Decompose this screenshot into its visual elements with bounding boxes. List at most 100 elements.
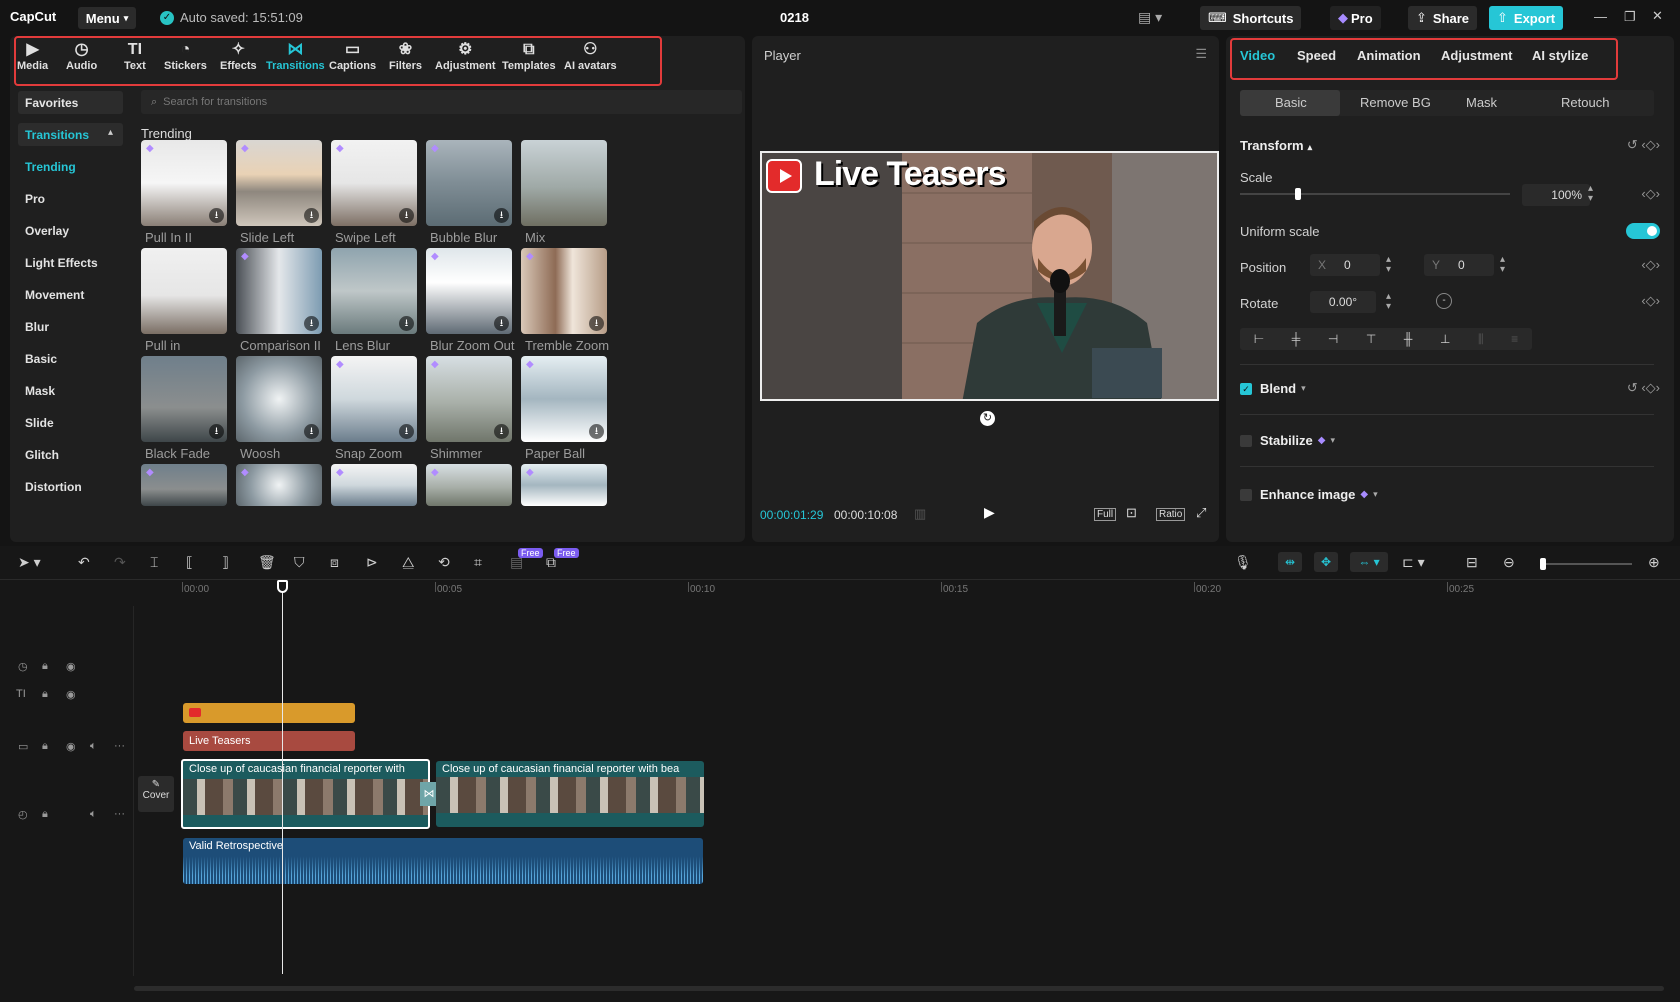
category-movement[interactable]: Movement (25, 288, 84, 302)
rotate-dial-icon[interactable]: - (1436, 293, 1452, 309)
transition-thumbnail[interactable]: ◆ ⭳ (521, 248, 607, 334)
transitions-category[interactable]: Transitions ▴ (18, 123, 123, 146)
mirror-icon[interactable]: ⧋ (402, 554, 415, 571)
subtab-retouch[interactable]: Retouch (1561, 95, 1609, 110)
zoom-out-icon[interactable]: ⊖ (1503, 554, 1515, 571)
tab-stickers[interactable]: ◔ Stickers (164, 40, 207, 72)
lock-icon[interactable]: 🔒︎ (42, 688, 48, 701)
scale-slider[interactable] (1240, 188, 1510, 200)
scale-stepper-icon[interactable]: ▴ ▾ (1588, 184, 1593, 204)
transition-thumbnail[interactable]: ◆ ⭳ (236, 140, 322, 226)
transform-keyframe-icon[interactable]: ↺ ‹◇› (1627, 137, 1660, 153)
volume-icon[interactable]: 🔈︎ (90, 808, 97, 821)
snap-icon[interactable]: ⊏ ▾ (1402, 554, 1425, 571)
freeze-icon[interactable]: ⧈ (330, 554, 339, 571)
download-icon[interactable]: ⭳ (399, 316, 414, 331)
favorites-item[interactable]: Favorites (18, 91, 123, 114)
tab-audio[interactable]: ◷ Audio (66, 40, 97, 72)
category-overlay[interactable]: Overlay (25, 224, 69, 238)
text-clip[interactable]: Live Teasers (183, 731, 355, 751)
zoom-slider[interactable] (1540, 558, 1632, 570)
category-pro[interactable]: Pro (25, 192, 45, 206)
download-icon[interactable]: ⭳ (589, 424, 604, 439)
export-button[interactable]: ⇧ Export (1489, 6, 1564, 30)
zoom-fit-icon[interactable]: ⊡ (1126, 505, 1137, 521)
tab-media[interactable]: ▶ Media (17, 40, 48, 72)
zoom-in-icon[interactable]: ⊕ (1648, 554, 1660, 571)
enhance-row[interactable]: Enhance image ◆ ▾ (1240, 487, 1378, 502)
download-icon[interactable]: ⭳ (399, 208, 414, 223)
rotate-input[interactable]: 0.00° (1310, 291, 1376, 313)
download-icon[interactable]: ⭳ (589, 316, 604, 331)
category-distortion[interactable]: Distortion (25, 480, 82, 494)
rotate-keyframe-icon[interactable]: ‹◇› (1641, 293, 1660, 309)
download-icon[interactable]: ⭳ (209, 424, 224, 439)
grid-icon[interactable]: ▥ (914, 506, 926, 522)
category-slide[interactable]: Slide (25, 416, 54, 430)
share-button[interactable]: ⇪ Share (1408, 6, 1478, 30)
category-blur[interactable]: Blur (25, 320, 49, 334)
split-left-icon[interactable]: ⟦ (186, 554, 193, 571)
subtab-basic[interactable]: Basic (1275, 95, 1307, 110)
tab-transitions[interactable]: ⋈ Transitions (266, 40, 325, 72)
download-icon[interactable]: ⭳ (494, 208, 509, 223)
ratio-button[interactable]: Ratio (1156, 508, 1186, 521)
transition-thumbnail[interactable]: ◆ ⭳ (331, 140, 417, 226)
transition-thumbnail[interactable] (141, 248, 227, 334)
inspector-tab-video[interactable]: Video (1240, 48, 1275, 63)
cover-button[interactable]: ✎ Cover (138, 776, 174, 812)
playhead[interactable] (282, 582, 283, 974)
transition-thumbnail[interactable]: ◆ (331, 464, 417, 506)
video-preview[interactable]: Live Teasers (760, 151, 1219, 401)
category-light-effects[interactable]: Light Effects (25, 256, 98, 270)
blend-checkbox[interactable]: ✓ (1240, 382, 1252, 395)
transition-thumbnail[interactable]: ◆ ⭳ (141, 140, 227, 226)
scale-input[interactable]: 100% (1522, 184, 1590, 206)
y-stepper-icon[interactable]: ▴ ▾ (1500, 255, 1505, 275)
category-basic[interactable]: Basic (25, 352, 57, 366)
transform-heading[interactable]: Transform ▴ (1240, 138, 1312, 153)
menu-button[interactable]: Menu ▾ (78, 7, 136, 29)
more-icon[interactable]: ··· (114, 808, 125, 820)
close-icon[interactable]: ✕ (1652, 8, 1663, 24)
layout-icon[interactable]: ▤ ▾ (1138, 9, 1162, 26)
undo-icon[interactable]: ↶ (78, 554, 90, 571)
inspector-tab-animation[interactable]: Animation (1357, 48, 1421, 63)
transition-thumbnail[interactable]: ◆ (521, 464, 607, 506)
play-button[interactable]: ▶ (984, 504, 995, 521)
transition-thumbnail[interactable]: ◆ ⭳ (236, 248, 322, 334)
download-icon[interactable]: ⭳ (304, 424, 319, 439)
transition-thumbnail[interactable]: ◆ (141, 464, 227, 506)
crop-icon[interactable]: ⌗ (474, 554, 482, 571)
category-glitch[interactable]: Glitch (25, 448, 59, 462)
delete-icon[interactable]: 🗑 (258, 554, 276, 571)
inspector-tab-ai-stylize[interactable]: AI stylize (1532, 48, 1588, 63)
category-mask[interactable]: Mask (25, 384, 55, 398)
align-right-icon[interactable]: ⊣ (1328, 332, 1338, 346)
rotate-stepper-icon[interactable]: ▴ ▾ (1386, 292, 1391, 312)
x-stepper-icon[interactable]: ▴ ▾ (1386, 255, 1391, 275)
video-clip-2[interactable]: Close up of caucasian financial reporter… (436, 761, 704, 827)
volume-icon[interactable]: 🔈︎ (90, 740, 97, 753)
blend-keyframe-icon[interactable]: ↺ ‹◇› (1627, 380, 1660, 396)
tab-ai-avatars[interactable]: ⚇ AI avatars (564, 40, 617, 72)
transition-thumbnail[interactable]: ◆ ⭳ (426, 356, 512, 442)
scale-keyframe-icon[interactable]: ‹◇› (1641, 186, 1660, 202)
lock-icon[interactable]: 🔒︎ (42, 740, 48, 753)
subtab-mask[interactable]: Mask (1466, 95, 1497, 110)
eye-icon[interactable]: ◉ (66, 688, 76, 701)
full-button[interactable]: Full (1094, 508, 1117, 521)
tab-effects[interactable]: ✧ Effects (220, 40, 257, 72)
enhance-checkbox[interactable] (1240, 488, 1252, 501)
fit-timeline-icon[interactable]: ⊟ (1466, 554, 1478, 571)
select-tool-icon[interactable]: ➤ ▾ (18, 554, 41, 571)
link-toggle-icon[interactable]: ✥ (1314, 552, 1338, 572)
audio-clip[interactable]: Valid Retrospective (183, 838, 703, 884)
position-y-input[interactable]: Y0 (1424, 254, 1494, 276)
magnet-toggle-icon[interactable]: ⇹ (1278, 552, 1302, 572)
search-input[interactable]: ⌕ Search for transitions (141, 90, 742, 114)
align-center-v-icon[interactable]: ╫ (1404, 332, 1413, 346)
split-icon[interactable]: ⌶ (150, 554, 158, 571)
category-trending[interactable]: Trending (25, 160, 76, 174)
eye-icon[interactable]: ◉ (66, 660, 76, 673)
